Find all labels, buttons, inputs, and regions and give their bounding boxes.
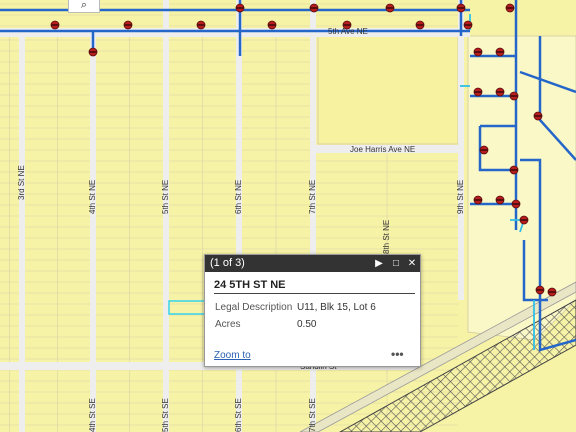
hydrant-base: [89, 51, 97, 53]
popup-counter: (1 of 3): [210, 257, 245, 269]
label-5th-st-se: 5th St SE: [161, 398, 170, 432]
large-parcel: [317, 35, 459, 145]
hydrant-base: [510, 95, 518, 97]
label-6th-st-se: 6th St SE: [234, 398, 243, 432]
hydrant-base: [506, 7, 514, 9]
label-5th-st-ne: 5th St NE: [161, 180, 170, 214]
label-4th-st-se: 4th St SE: [88, 398, 97, 432]
hydrant-base: [480, 149, 488, 151]
hydrant-base: [474, 51, 482, 53]
label-7th-st-ne: 7th St NE: [308, 180, 317, 214]
attr-label-legal-description: Legal Description: [215, 302, 293, 313]
label-5th-ave-ne: 5th Ave NE: [328, 27, 368, 36]
hydrant-base: [310, 7, 318, 9]
hydrant-base: [474, 199, 482, 201]
next-feature-icon[interactable]: ▶: [372, 255, 386, 272]
hydrant-base: [520, 219, 528, 221]
hydrant-base: [548, 291, 556, 293]
hydrant-base: [496, 199, 504, 201]
label-4th-st-ne: 4th St NE: [88, 180, 97, 214]
hydrant-base: [124, 24, 132, 26]
feature-popup: (1 of 3) ▶ □ ✕ 24 5TH ST NE Legal Descri…: [204, 254, 421, 367]
label-9th-st-ne: 9th St NE: [456, 180, 465, 214]
attr-value-acres: 0.50: [297, 319, 317, 330]
attr-label-acres: Acres: [215, 319, 241, 330]
hydrant-base: [51, 24, 59, 26]
search-button[interactable]: ⌕: [68, 0, 100, 13]
hydrant-base: [416, 24, 424, 26]
hydrant-base: [457, 7, 465, 9]
label-3rd-st-ne: 3rd St NE: [17, 165, 26, 200]
label-6th-st-ne: 6th St NE: [234, 180, 243, 214]
label-7th-st-se: 7th St SE: [308, 398, 317, 432]
parcel-map[interactable]: 5th Ave NE Joe Harris Ave NE Sandlin St …: [0, 0, 576, 432]
zoom-to-link[interactable]: Zoom to: [214, 350, 251, 361]
label-8th-st-ne: 8th St NE: [382, 220, 391, 254]
attr-value-legal-description: U11, Blk 15, Lot 6: [297, 302, 376, 313]
hydrant-base: [496, 51, 504, 53]
hydrant-base: [464, 24, 472, 26]
hydrant-base: [534, 115, 542, 117]
hydrant-base: [512, 203, 520, 205]
search-icon: ⌕: [80, 0, 88, 11]
hydrant-base: [386, 7, 394, 9]
hydrant-base: [474, 91, 482, 93]
hydrant-base: [510, 169, 518, 171]
hydrant-base: [536, 289, 544, 291]
popup-header: (1 of 3) ▶ □ ✕: [205, 255, 420, 272]
close-icon[interactable]: ✕: [405, 255, 419, 272]
more-actions-icon[interactable]: •••: [391, 347, 404, 361]
hydrant-base: [496, 91, 504, 93]
hydrant-base: [236, 7, 244, 9]
maximize-icon[interactable]: □: [389, 255, 403, 272]
hydrant-base: [268, 24, 276, 26]
popup-divider: [214, 293, 415, 294]
popup-title: 24 5TH ST NE: [214, 279, 286, 291]
hydrant-base: [197, 24, 205, 26]
label-joe-harris-ave-ne: Joe Harris Ave NE: [350, 145, 415, 154]
hydrant-base: [343, 24, 351, 26]
